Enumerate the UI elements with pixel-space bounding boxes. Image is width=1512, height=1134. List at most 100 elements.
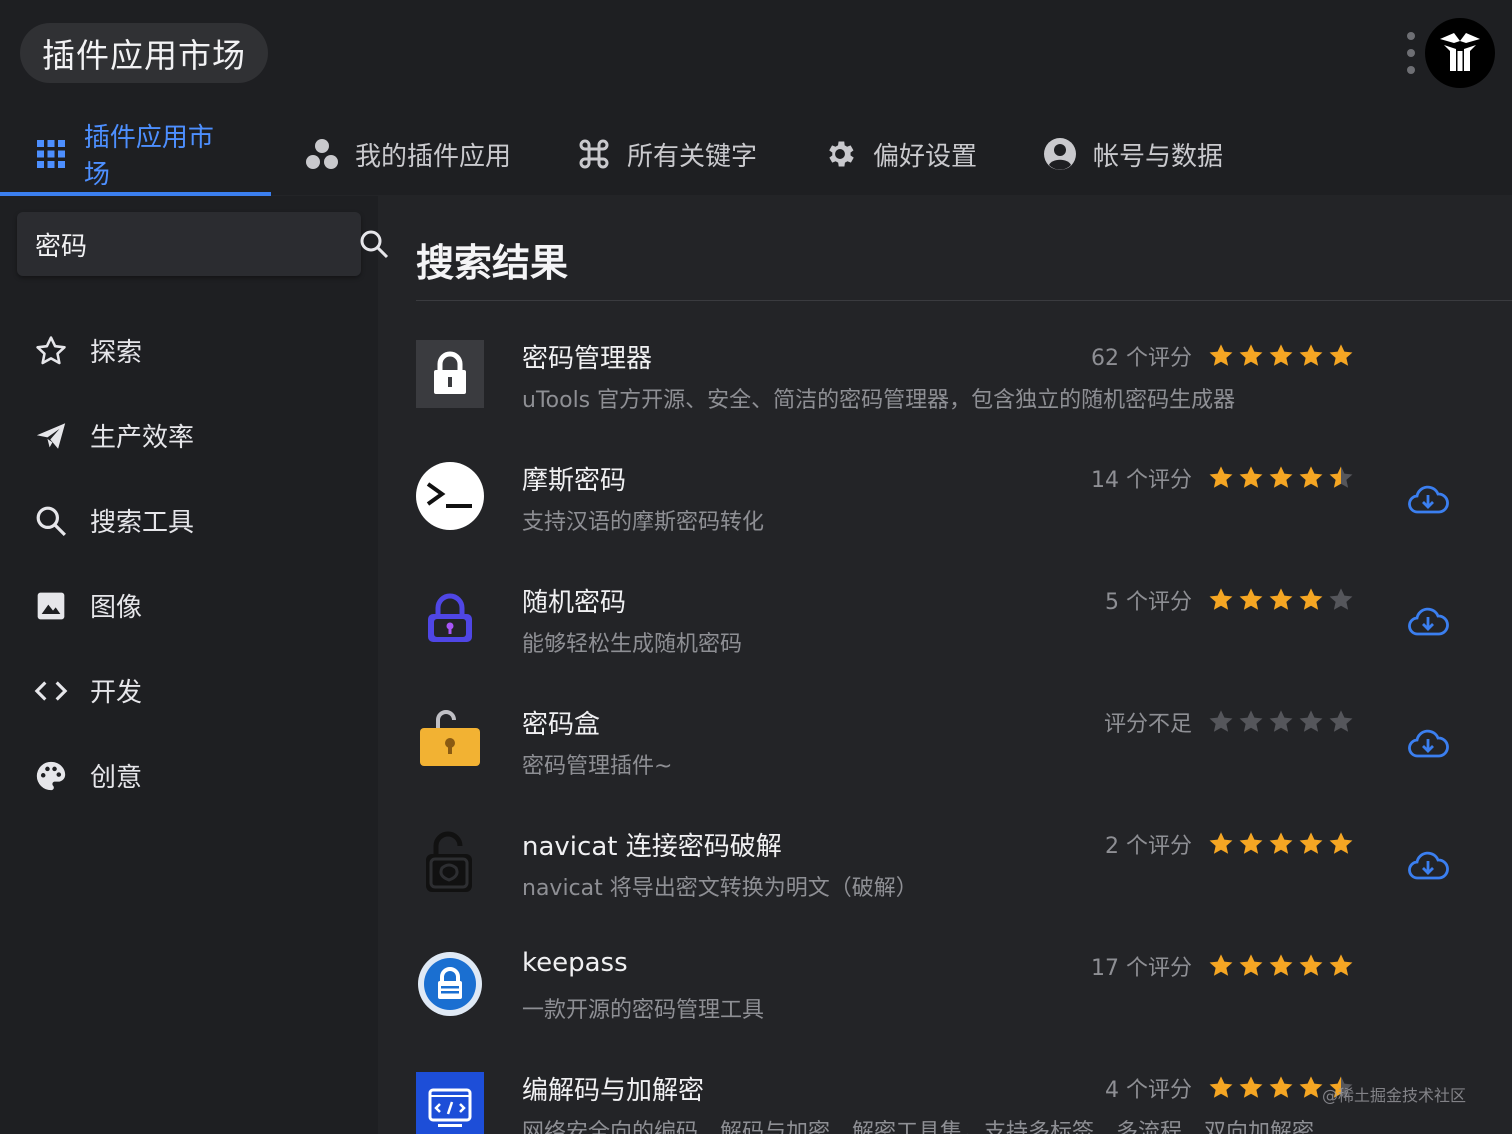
plugin-name: 摩斯密码 — [522, 466, 627, 496]
rating: 2 个评分 — [1056, 828, 1356, 860]
star-empty-icon — [1209, 710, 1233, 732]
star-empty-icon — [1269, 710, 1293, 732]
rating: 5 个评分 — [1056, 584, 1356, 616]
lock-icon — [416, 340, 484, 408]
tab-preferences[interactable]: 偏好设置 — [789, 112, 1009, 196]
star-filled-icon — [1299, 954, 1323, 976]
rating-count: 14 个评分 — [1091, 468, 1192, 493]
plugin-desc: 网络安全向的编码、解码与加密、解密工具集，支持多标签、多流程、双向加解密 — [522, 1120, 1315, 1134]
star-half-icon — [1329, 466, 1353, 488]
rating-count: 5 个评分 — [1105, 590, 1192, 615]
utools-logo[interactable] — [1425, 18, 1495, 88]
category-label: 生产效率 — [90, 423, 195, 453]
search-icon — [32, 502, 70, 540]
watermark: @稀土掘金技术社区 — [1322, 1086, 1467, 1105]
star-filled-icon — [1299, 344, 1323, 366]
star-empty-icon — [1329, 710, 1353, 732]
rating-count: 62 个评分 — [1091, 346, 1192, 371]
rating: 17 个评分 — [1056, 950, 1356, 982]
star-filled-icon — [1269, 954, 1293, 976]
code-icon — [32, 672, 70, 710]
palette-icon — [32, 757, 70, 795]
plugin-desc: uTools 官方开源、安全、简洁的密码管理器，包含独立的随机密码生成器 — [522, 388, 1236, 413]
star-filled-icon — [1239, 954, 1263, 976]
plugin-name: 编解码与加解密 — [522, 1076, 705, 1106]
star-filled-icon — [1329, 832, 1353, 854]
padlock-icon — [416, 584, 484, 652]
category-develop[interactable]: 开发 — [0, 648, 378, 733]
tab-label: 偏好设置 — [873, 141, 978, 172]
star-rating — [1206, 830, 1356, 858]
star-filled-icon — [1209, 954, 1233, 976]
tab-my-plugins[interactable]: 我的插件应用 — [271, 112, 543, 196]
keepass-icon — [416, 950, 484, 1018]
result-item[interactable]: 密码管理器 uTools 官方开源、安全、简洁的密码管理器，包含独立的随机密码生… — [416, 332, 1496, 454]
tab-account[interactable]: 帐号与数据 — [1009, 112, 1255, 196]
more-menu-icon[interactable] — [1404, 32, 1418, 74]
tab-market[interactable]: 插件应用市场 — [0, 112, 271, 196]
result-item[interactable]: 随机密码 能够轻松生成随机密码 5 个评分 — [416, 576, 1496, 698]
star-rating — [1206, 952, 1356, 980]
lockbox-icon — [416, 706, 484, 774]
star-filled-icon — [1269, 832, 1293, 854]
cloud-download-icon[interactable] — [1406, 478, 1450, 522]
star-filled-icon — [1209, 588, 1233, 610]
plugin-desc: 一款开源的密码管理工具 — [522, 998, 765, 1023]
star-filled-icon — [1239, 466, 1263, 488]
star-filled-icon — [1239, 588, 1263, 610]
category-label: 开发 — [90, 678, 143, 708]
rating-count: 评分不足 — [1103, 712, 1192, 737]
category-search-tools[interactable]: 搜索工具 — [0, 478, 378, 563]
star-empty-icon — [1329, 588, 1353, 610]
results-list: 密码管理器 uTools 官方开源、安全、简洁的密码管理器，包含独立的随机密码生… — [416, 332, 1496, 1134]
star-filled-icon — [1269, 588, 1293, 610]
star-empty-icon — [1299, 710, 1323, 732]
category-creative[interactable]: 创意 — [0, 733, 378, 818]
terminal-icon — [416, 462, 484, 530]
result-item[interactable]: keepass 一款开源的密码管理工具 17 个评分 — [416, 942, 1496, 1064]
plugin-name: navicat 连接密码破解 — [522, 832, 782, 862]
window-title: 插件应用市场 — [20, 23, 268, 83]
star-filled-icon — [1269, 1076, 1293, 1098]
rating: 14 个评分 — [1056, 462, 1356, 494]
result-item[interactable]: 摩斯密码 支持汉语的摩斯密码转化 14 个评分 — [416, 454, 1496, 576]
search-input[interactable] — [35, 229, 359, 259]
image-icon — [32, 587, 70, 625]
plugin-desc: 能够轻松生成随机密码 — [522, 632, 743, 657]
plugin-desc: 密码管理插件~ — [522, 754, 673, 779]
category-label: 探索 — [90, 338, 143, 368]
category-explore[interactable]: 探索 — [0, 308, 378, 393]
result-item[interactable]: 密码盒 密码管理插件~ 评分不足 — [416, 698, 1496, 820]
rating: 62 个评分 — [1056, 340, 1356, 372]
category-list: 探索 生产效率 搜索工具 图像 开发 创意 — [0, 308, 378, 818]
results-heading: 搜索结果 — [416, 241, 569, 285]
tab-label: 所有关键字 — [627, 141, 758, 172]
plugin-desc: 支持汉语的摩斯密码转化 — [522, 510, 765, 535]
result-item[interactable]: navicat 连接密码破解 navicat 将导出密文转换为明文（破解） 2 … — [416, 820, 1496, 942]
cloud-download-icon[interactable] — [1406, 600, 1450, 644]
plugin-name: 密码管理器 — [522, 344, 653, 374]
plugin-desc: navicat 将导出密文转换为明文（破解） — [522, 876, 918, 901]
category-image[interactable]: 图像 — [0, 563, 378, 648]
top-bar: 插件应用市场 插件应用市场 我的插件应用 所有关键字 偏好设置 帐号与数据 — [0, 0, 1512, 196]
category-productivity[interactable]: 生产效率 — [0, 393, 378, 478]
tab-bar: 插件应用市场 我的插件应用 所有关键字 偏好设置 帐号与数据 — [0, 112, 1255, 196]
plugin-name: keepass — [522, 948, 628, 978]
star-rating — [1206, 708, 1356, 736]
category-label: 图像 — [90, 593, 143, 623]
star-filled-icon — [1329, 344, 1353, 366]
tab-label: 帐号与数据 — [1093, 141, 1224, 172]
star-rating — [1206, 342, 1356, 370]
star-filled-icon — [1329, 954, 1353, 976]
rating: 评分不足 — [1056, 706, 1356, 738]
tab-keywords[interactable]: 所有关键字 — [543, 112, 789, 196]
plugin-name: 随机密码 — [522, 588, 627, 618]
cloud-download-icon[interactable] — [1406, 722, 1450, 766]
rating-count: 4 个评分 — [1105, 1078, 1192, 1103]
search-box — [17, 212, 389, 276]
grid-icon — [34, 137, 68, 171]
rating: 4 个评分 — [1056, 1072, 1356, 1104]
star-filled-icon — [1209, 344, 1233, 366]
cloud-download-icon[interactable] — [1406, 844, 1450, 888]
star-outline-icon — [32, 332, 70, 370]
